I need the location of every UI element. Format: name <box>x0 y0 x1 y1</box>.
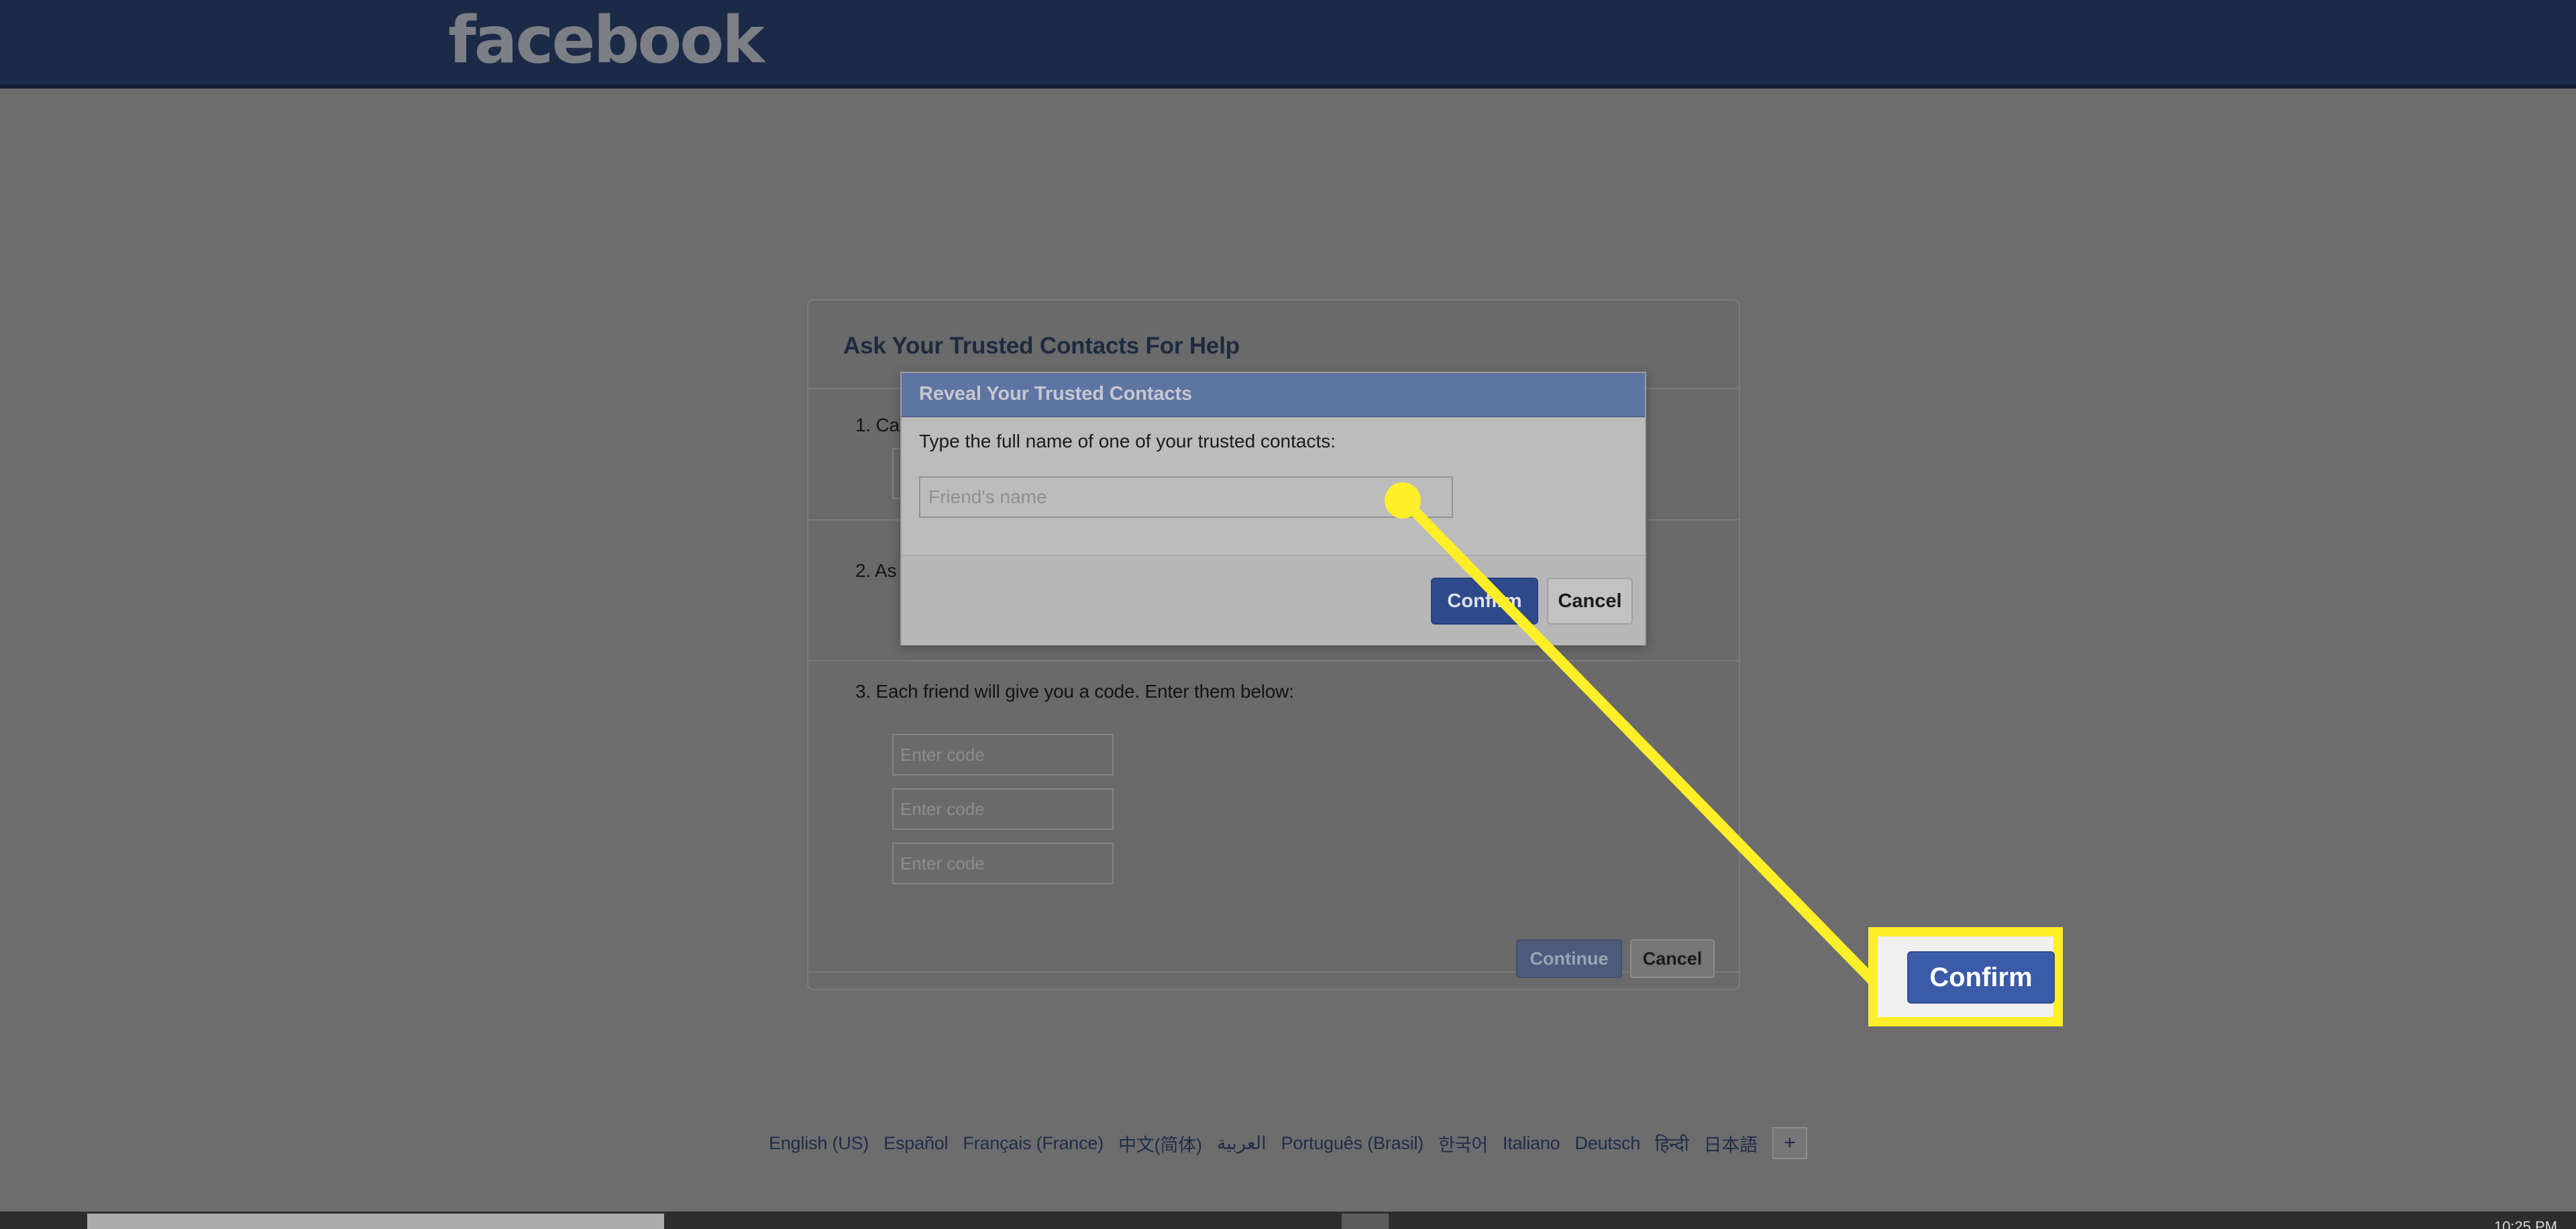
language-link-english-us[interactable]: English (US) <box>769 1133 869 1154</box>
language-link-deutsch[interactable]: Deutsch <box>1574 1133 1640 1154</box>
step-1-label: 1. Ca <box>855 415 900 435</box>
language-link-italiano[interactable]: Italiano <box>1503 1133 1560 1154</box>
callout-confirm-button[interactable]: Confirm <box>1907 951 2055 1004</box>
language-link-hindi[interactable]: हिन्दी <box>1655 1131 1689 1156</box>
language-link-portugues[interactable]: Português (Brasil) <box>1281 1133 1424 1154</box>
reveal-trusted-contacts-dialog: Reveal Your Trusted Contacts Type the fu… <box>900 372 1646 645</box>
code-input-2[interactable] <box>892 788 1114 830</box>
dialog-title: Reveal Your Trusted Contacts <box>919 383 1193 405</box>
dialog-body: Type the full name of one of your truste… <box>902 417 1645 556</box>
horizontal-scrollbar-secondary-thumb[interactable] <box>1342 1214 1389 1229</box>
continue-button[interactable]: Continue <box>1516 939 1622 978</box>
dialog-footer: Confirm Cancel <box>902 557 1645 645</box>
dialog-titlebar: Reveal Your Trusted Contacts <box>902 373 1645 417</box>
facebook-logo[interactable]: facebook <box>448 3 765 78</box>
facebook-header-bar: facebook <box>0 0 2576 89</box>
language-link-espanol[interactable]: Español <box>883 1133 948 1154</box>
step-3-label: 3. Each friend will give you a code. Ent… <box>855 681 1294 702</box>
horizontal-scrollbar-thumb[interactable] <box>87 1214 664 1229</box>
card-cancel-button[interactable]: Cancel <box>1630 939 1715 978</box>
confirm-callout-box: Confirm <box>1868 927 2063 1026</box>
dialog-cancel-button[interactable]: Cancel <box>1547 578 1633 625</box>
language-link-arabic[interactable]: العربية <box>1217 1133 1267 1154</box>
taskbar-clock: 10:25 PM <box>2493 1218 2557 1229</box>
code-input-3[interactable] <box>892 843 1114 884</box>
dialog-prompt-text: Type the full name of one of your truste… <box>919 431 1336 451</box>
page-body: Ask Your Trusted Contacts For Help 1. Ca… <box>0 93 2576 1181</box>
language-link-chinese[interactable]: 中文(简体) <box>1118 1130 1202 1157</box>
language-link-korean[interactable]: 한국어 <box>1438 1130 1488 1157</box>
code-input-1[interactable] <box>892 734 1114 776</box>
page-title: Ask Your Trusted Contacts For Help <box>843 333 1240 359</box>
language-link-francais[interactable]: Français (France) <box>963 1133 1104 1154</box>
bottom-scrollbar-strip: 10:25 PM <box>0 1212 2576 1229</box>
confirm-button[interactable]: Confirm <box>1431 578 1538 625</box>
step-2-label: 2. As <box>855 560 897 581</box>
friend-name-input[interactable] <box>919 476 1453 518</box>
language-link-japanese[interactable]: 日本語 <box>1704 1130 1758 1157</box>
more-languages-button[interactable]: + <box>1772 1127 1807 1159</box>
card-divider <box>808 660 1739 661</box>
language-bar: English (US) Español Français (France) 中… <box>0 1124 2576 1162</box>
